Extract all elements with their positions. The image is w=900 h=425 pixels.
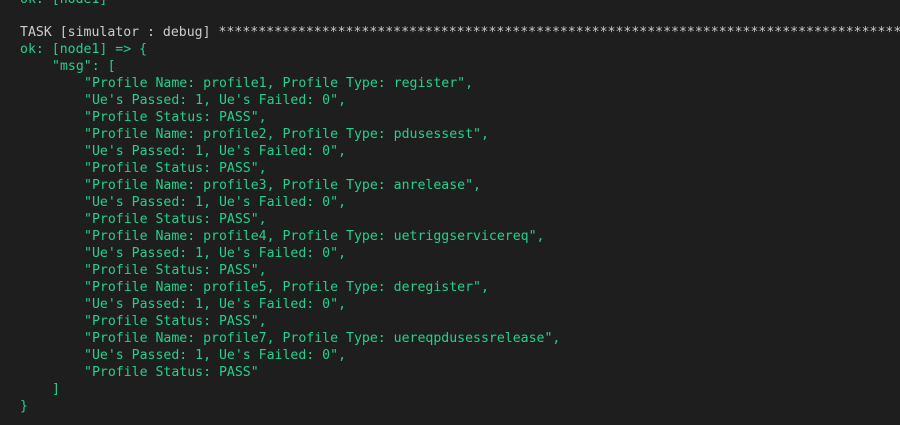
terminal-output: ok: [node1] TASK [simulator : debug] ***… xyxy=(0,0,900,425)
msg-line: "Ue's Passed: 1, Ue's Failed: 0", xyxy=(84,348,347,363)
msg-line: "Profile Name: profile5, Profile Type: d… xyxy=(84,280,489,295)
task-header-stars: ****************************************… xyxy=(218,25,900,40)
msg-line: "Ue's Passed: 1, Ue's Failed: 0", xyxy=(84,297,347,312)
msg-line: "Profile Status: PASS" xyxy=(84,365,259,380)
msg-line: "Profile Status: PASS", xyxy=(84,110,267,125)
object-close-brace: } xyxy=(20,399,28,414)
msg-line: "Profile Name: profile2, Profile Type: p… xyxy=(84,127,489,142)
task-header: TASK [simulator : debug] ***************… xyxy=(20,24,900,41)
msg-line: "Ue's Passed: 1, Ue's Failed: 0", xyxy=(84,195,347,210)
msg-line: "Profile Name: profile1, Profile Type: r… xyxy=(84,76,474,91)
msg-line: "Ue's Passed: 1, Ue's Failed: 0", xyxy=(84,144,347,159)
msg-line: "Ue's Passed: 1, Ue's Failed: 0", xyxy=(84,246,347,261)
msg-line: "Profile Status: PASS", xyxy=(84,314,267,329)
msg-line: "Profile Name: profile3, Profile Type: a… xyxy=(84,178,481,193)
ok-result-line: ok: [node1] => { xyxy=(20,42,148,57)
previous-ok-line: ok: [node1] xyxy=(20,0,107,8)
msg-line: "Profile Status: PASS", xyxy=(84,161,267,176)
msg-line: "Ue's Passed: 1, Ue's Failed: 0", xyxy=(84,93,347,108)
msg-close-bracket: ] xyxy=(52,382,60,397)
msg-line: "Profile Name: profile4, Profile Type: u… xyxy=(84,229,545,244)
msg-line: "Profile Status: PASS", xyxy=(84,212,267,227)
msg-key-line: "msg": [ xyxy=(52,59,116,74)
task-header-title: TASK [simulator : debug] xyxy=(20,25,219,40)
msg-line: "Profile Name: profile7, Profile Type: u… xyxy=(84,331,561,346)
msg-line: "Profile Status: PASS", xyxy=(84,263,267,278)
